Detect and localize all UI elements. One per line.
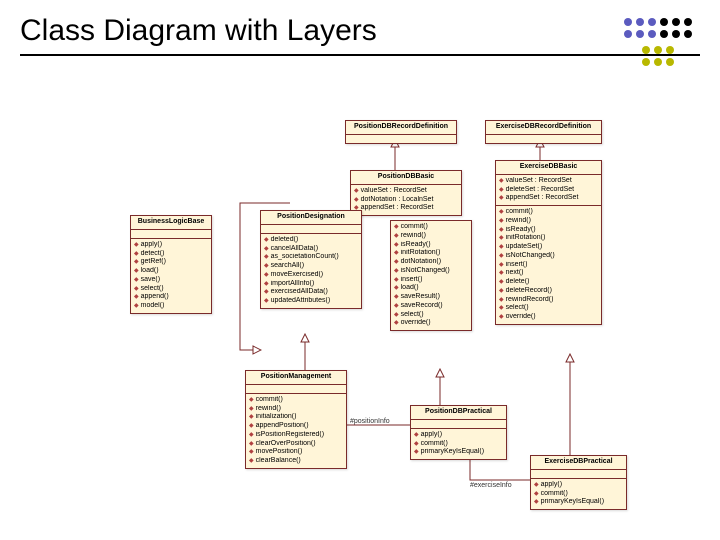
op: rewind() (249, 405, 343, 414)
page-title: Class Diagram with Layers (20, 14, 700, 48)
attr: appendSet : RecordSet (354, 204, 458, 213)
op: commit() (499, 208, 598, 217)
op: commit() (249, 396, 343, 405)
class-name: ExerciseDBBasic (496, 161, 601, 175)
op: movePosition() (249, 448, 343, 457)
attr: valueSet : RecordSet (499, 177, 598, 186)
op: insert() (394, 276, 468, 285)
op: load() (134, 267, 208, 276)
class-position-designation: PositionDesignation deleted() cancelAllD… (260, 210, 362, 309)
op: clearBalance() (249, 457, 343, 466)
op: override() (499, 313, 598, 322)
op: isNotChanged() (499, 252, 598, 261)
op: primaryKeyIsEqual() (414, 448, 503, 457)
class-exercise-db-practical: ExerciseDBPractical apply() commit() pri… (530, 455, 627, 510)
op: as_societationCount() (264, 253, 358, 262)
op: isReady() (394, 241, 468, 250)
op: apply() (414, 431, 503, 440)
class-position-management: PositionManagement commit() rewind() ini… (245, 370, 347, 469)
class-position-db-record-def: PositionDBRecordDefinition (345, 120, 457, 144)
op: commit() (534, 490, 623, 499)
op: cancelAllData() (264, 245, 358, 254)
op: appendPosition() (249, 422, 343, 431)
op: moveExercised() (264, 271, 358, 280)
class-name: PositionDBRecordDefinition (346, 121, 456, 135)
op: next() (499, 269, 598, 278)
op: updatedAttributes() (264, 297, 358, 306)
class-exercise-db-basic: ExerciseDBBasic valueSet : RecordSet del… (495, 160, 602, 325)
op: insert() (499, 261, 598, 270)
op: apply() (534, 481, 623, 490)
assoc-label-position-info: #positionInfo (350, 418, 390, 425)
op: delete() (499, 278, 598, 287)
op: saveRecord() (394, 302, 468, 311)
attr: deleteSet : RecordSet (499, 186, 598, 195)
op: load() (394, 284, 468, 293)
op: initialization() (249, 413, 343, 422)
diagram-canvas: PositionDBRecordDefinition ExerciseDBRec… (0, 60, 720, 540)
op: detect() (134, 250, 208, 259)
op: exercisedAllData() (264, 288, 358, 297)
op: select() (134, 285, 208, 294)
op: rewindRecord() (499, 296, 598, 305)
op: rewind() (394, 232, 468, 241)
op: commit() (394, 223, 468, 232)
class-name: PositionDBBasic (351, 171, 461, 185)
op: saveResult() (394, 293, 468, 302)
assoc-label-exercise-info: #exerciseInfo (470, 482, 512, 489)
op: select() (394, 311, 468, 320)
op: initRotation() (499, 234, 598, 243)
op: isNotChanged() (394, 267, 468, 276)
title-rule (20, 54, 700, 56)
op: model() (134, 302, 208, 311)
op: initRotation() (394, 249, 468, 258)
op: rewind() (499, 217, 598, 226)
class-name: PositionDesignation (261, 211, 361, 225)
op: append() (134, 293, 208, 302)
op: primaryKeyIsEqual() (534, 498, 623, 507)
class-exercise-db-record-def: ExerciseDBRecordDefinition (485, 120, 602, 144)
op: clearOverPosition() (249, 440, 343, 449)
class-name: ExerciseDBRecordDefinition (486, 121, 601, 135)
op: searchAll() (264, 262, 358, 271)
op: importAllInfo() (264, 280, 358, 289)
op: commit() (414, 440, 503, 449)
class-position-db-basic: PositionDBBasic valueSet : RecordSet dot… (350, 170, 462, 216)
op: isReady() (499, 226, 598, 235)
class-name: PositionDBPractical (411, 406, 506, 420)
attr: valueSet : RecordSet (354, 187, 458, 196)
class-business-logic-base: BusinessLogicBase apply() detect() getRe… (130, 215, 212, 314)
op: dotNotation() (394, 258, 468, 267)
op: deleted() (264, 236, 358, 245)
op: override() (394, 319, 468, 328)
class-name: PositionManagement (246, 371, 346, 385)
op: updateSet() (499, 243, 598, 252)
op: apply() (134, 241, 208, 250)
op: deleteRecord() (499, 287, 598, 296)
class-position-db-ops: commit() rewind() isReady() initRotation… (390, 220, 472, 331)
op: select() (499, 304, 598, 313)
op: isPositionRegistered() (249, 431, 343, 440)
class-name: ExerciseDBPractical (531, 456, 626, 470)
attr: dotNotation : LocalnSet (354, 196, 458, 205)
class-name: BusinessLogicBase (131, 216, 211, 230)
op: save() (134, 276, 208, 285)
op: getRef() (134, 258, 208, 267)
class-position-db-practical: PositionDBPractical apply() commit() pri… (410, 405, 507, 460)
attr: appendSet : RecordSet (499, 194, 598, 203)
